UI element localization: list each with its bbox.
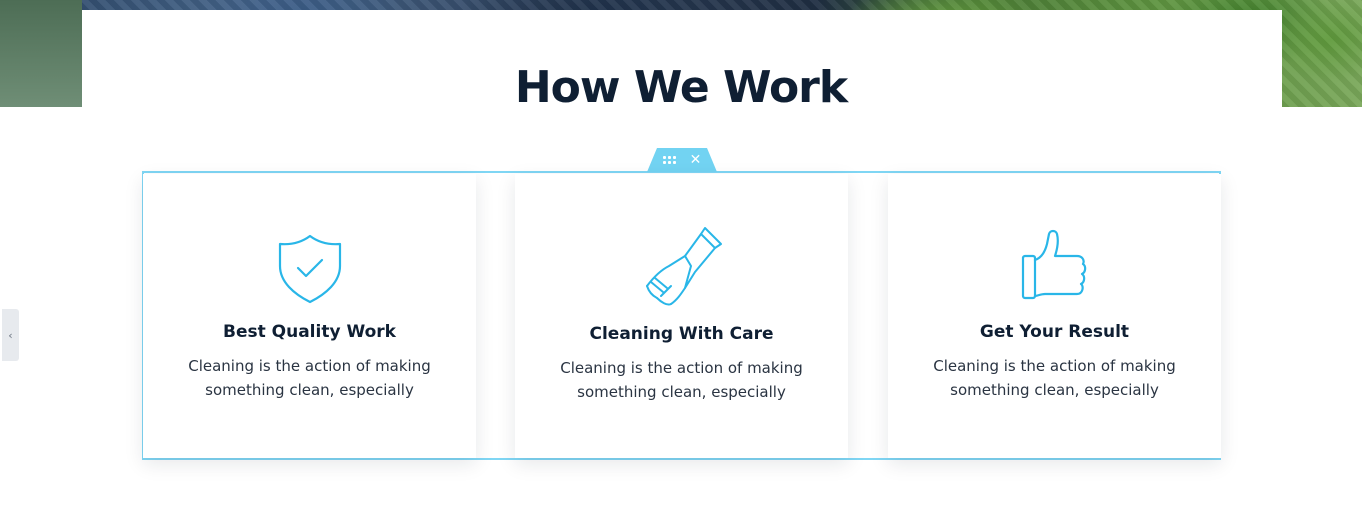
close-icon[interactable]: ✕	[690, 153, 702, 167]
shield-check-icon	[143, 232, 476, 304]
feature-card-best-quality: Best Quality Work Cleaning is the action…	[143, 174, 476, 458]
card-title: Get Your Result	[979, 322, 1130, 342]
section-title: How We Work	[514, 62, 848, 113]
thumbs-up-icon	[888, 228, 1221, 302]
glove-icon	[515, 226, 848, 308]
feature-card-cleaning-care: Cleaning With Care Cleaning is the actio…	[515, 174, 848, 458]
drag-handle-icon[interactable]	[662, 156, 676, 164]
feature-card-get-result: Get Your Result Cleaning is the action o…	[888, 174, 1221, 458]
section-editor-handle[interactable]: ✕	[647, 148, 717, 172]
card-title: Cleaning With Care	[589, 324, 774, 344]
chevron-left-icon: ‹	[8, 328, 13, 342]
side-panel-toggle[interactable]: ‹	[2, 309, 19, 361]
card-description: Cleaning is the action of making somethi…	[188, 357, 431, 399]
card-description: Cleaning is the action of making somethi…	[933, 357, 1176, 399]
card-title: Best Quality Work	[223, 322, 396, 342]
card-description: Cleaning is the action of making somethi…	[560, 359, 803, 401]
